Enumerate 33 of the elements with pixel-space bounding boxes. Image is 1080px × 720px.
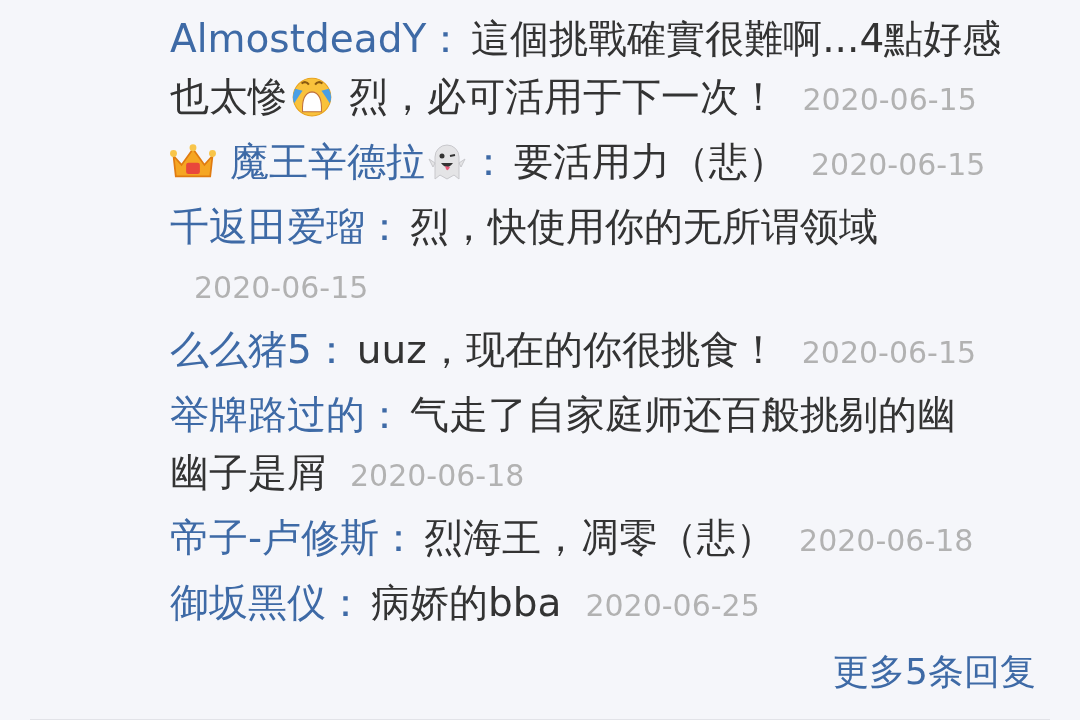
name-separator: ： — [311, 327, 351, 372]
username[interactable]: 魔王辛德拉 — [230, 139, 425, 184]
name-separator: ： — [426, 16, 466, 61]
reply-text: uuz，现在的你很挑食！ — [356, 327, 778, 372]
reply-text: 這個挑戰確實很難啊...4點好感 — [471, 16, 1002, 61]
name-separator: ： — [365, 204, 404, 249]
username[interactable]: AlmostdeadY — [170, 16, 427, 61]
reply-text: 也太慘 — [170, 74, 287, 119]
username[interactable]: 千返田爱瑠 — [170, 204, 365, 249]
reply-date: 2020-06-15 — [801, 335, 977, 370]
name-separator: ： — [326, 580, 365, 625]
more-replies-link[interactable]: 更多5条回复 — [833, 647, 1036, 697]
reply-date: 2020-06-18 — [799, 523, 974, 558]
name-separator: ： — [365, 392, 404, 437]
reply-date: 2020-06-15 — [811, 147, 986, 182]
reply-text: 气走了自家庭师还百般挑剔的幽 — [410, 392, 956, 437]
reply-date: 2020-06-25 — [585, 588, 760, 623]
username[interactable]: 帝子-卢修斯 — [170, 515, 380, 560]
reply-text: 幽子是屑 — [170, 450, 326, 495]
username[interactable]: 举牌路过的 — [170, 392, 365, 437]
ghost-emoji-icon — [427, 141, 467, 181]
reply-text: 烈海王，凋零（悲） — [424, 515, 776, 560]
reply-text: 要活用力（悲） — [514, 139, 787, 184]
reply-date: 2020-06-18 — [350, 458, 525, 493]
name-separator: ： — [469, 139, 508, 184]
reply-text: 烈，快使用你的无所谓领域 — [410, 204, 878, 249]
reply-date: 2020-06-15 — [194, 270, 369, 305]
name-separator: ： — [379, 515, 419, 560]
reply-text: 病娇的bba — [371, 580, 562, 625]
username[interactable]: 御坂黑仪 — [170, 580, 326, 625]
username[interactable]: 么么猪5 — [170, 327, 312, 372]
reply-date: 2020-06-15 — [802, 82, 977, 117]
reply-text: 烈，必可活用于下一次！ — [348, 74, 779, 119]
